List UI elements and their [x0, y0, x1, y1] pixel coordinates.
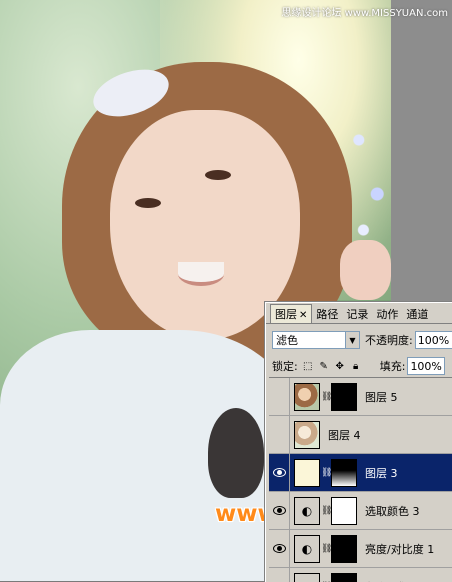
layer-mask-thumbnail[interactable] [331, 459, 357, 487]
fill-input[interactable]: 100% [407, 357, 445, 375]
adjustment-icon: ◐ [302, 542, 312, 556]
layer-name: 色彩平衡 3 [365, 579, 420, 582]
tab-layers[interactable]: 图层✕ [270, 304, 312, 323]
watermark-top: 思缘设计论坛 www.MISSYUAN.com [281, 4, 448, 19]
layer-name: 选取颜色 3 [365, 503, 420, 519]
lock-position-icon[interactable]: ✥ [334, 360, 346, 372]
layer-row[interactable]: ◐ ⛓ 亮度/对比度 1 [269, 530, 452, 568]
visibility-toggle[interactable] [269, 568, 290, 582]
blend-mode-select[interactable]: 滤色 ▼ [272, 331, 360, 349]
layer-mask-thumbnail[interactable] [331, 535, 357, 563]
lock-row: 锁定: ⬚ ✎ ✥ 🔒︎ 填充: 100% [272, 357, 452, 375]
link-icon[interactable]: ⛓ [321, 544, 330, 554]
lock-label: 锁定: [272, 358, 298, 374]
right-eye-image [205, 170, 231, 180]
link-icon[interactable]: ⛓ [321, 468, 330, 478]
link-icon[interactable]: ⛓ [321, 392, 330, 402]
layer-mask-thumbnail[interactable] [331, 497, 357, 525]
layer-name: 图层 3 [365, 465, 398, 481]
opacity-input[interactable]: 100% [415, 331, 452, 349]
layer-row[interactable]: ⛓ 图层 5 [269, 378, 452, 416]
smile-image [178, 262, 224, 286]
tab-actions[interactable]: 动作 [372, 305, 402, 323]
heart-print-image [208, 408, 264, 498]
visibility-toggle[interactable] [269, 530, 290, 567]
layer-thumbnail[interactable] [294, 421, 320, 449]
hand-image [340, 240, 391, 300]
adjustment-layer-thumbnail[interactable]: ◐ [294, 535, 320, 563]
adjustment-icon: ◐ [302, 504, 312, 518]
panel-tabs: 图层✕ 路径 记录 动作 通道 [266, 303, 452, 324]
left-eye-image [135, 198, 161, 208]
layer-mask-thumbnail[interactable] [331, 383, 357, 411]
opacity-label: 不透明度: [365, 332, 413, 348]
layer-row[interactable]: ◐⛓色彩平衡 3 [269, 568, 452, 582]
chevron-down-icon[interactable]: ▼ [345, 332, 359, 348]
lock-transparency-icon[interactable]: ⬚ [302, 360, 314, 372]
visibility-toggle[interactable] [269, 416, 290, 453]
eye-icon [273, 544, 286, 553]
adjustment-layer-thumbnail[interactable]: ◐ [294, 497, 320, 525]
layer-row[interactable]: ⛓ 图层 3 [269, 454, 452, 492]
visibility-toggle[interactable] [269, 492, 290, 529]
tab-channels[interactable]: 通道 [402, 305, 432, 323]
layer-thumbnail[interactable] [294, 383, 320, 411]
fill-label: 填充: [380, 358, 406, 374]
layers-list: ⛓ 图层 5 图层 4 ⛓ 图层 3 ◐ ⛓ 选取颜色 3 ◐ ⛓ 亮度/对比度 1 ◐⛓色彩平衡 3 [269, 377, 452, 582]
layers-panel: 图层✕ 路径 记录 动作 通道 滤色 ▼ 不透明度: 100% 锁定: ⬚ ✎ … [265, 302, 452, 582]
close-icon[interactable]: ✕ [299, 310, 307, 321]
layer-name: 图层 5 [365, 389, 398, 405]
layer-name: 图层 4 [328, 427, 361, 443]
tab-paths[interactable]: 路径 [312, 305, 342, 323]
blend-row: 滤色 ▼ 不透明度: 100% [272, 330, 452, 350]
layer-name: 亮度/对比度 1 [365, 541, 434, 557]
lock-pixels-icon[interactable]: ✎ [318, 360, 330, 372]
visibility-toggle[interactable] [269, 454, 290, 491]
eye-icon [273, 506, 286, 515]
layer-row[interactable]: ◐ ⛓ 选取颜色 3 [269, 492, 452, 530]
layer-thumbnail[interactable] [294, 459, 320, 487]
visibility-toggle[interactable] [269, 378, 290, 415]
tab-history[interactable]: 记录 [342, 305, 372, 323]
eye-icon [273, 468, 286, 477]
layer-row[interactable]: 图层 4 [269, 416, 452, 454]
lock-all-icon[interactable]: 🔒︎ [350, 360, 362, 372]
link-icon[interactable]: ⛓ [321, 506, 330, 516]
